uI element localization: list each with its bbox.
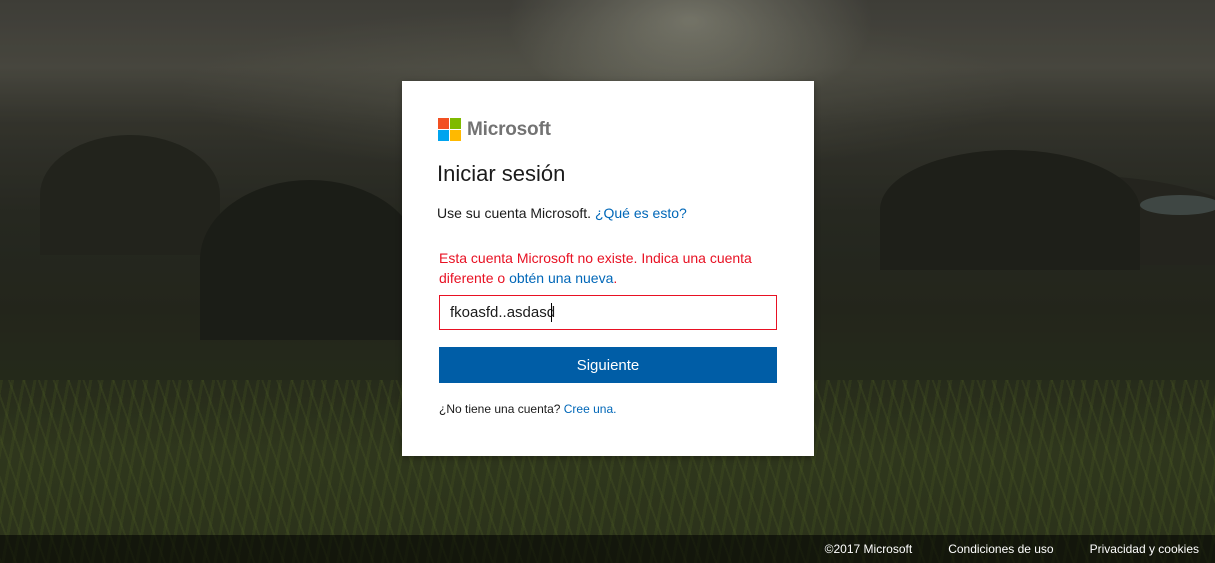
logo-square-yellow [450, 130, 461, 141]
signin-card: Microsoft Iniciar sesión Use su cuenta M… [402, 81, 814, 456]
account-input[interactable] [439, 295, 777, 330]
no-account-text: ¿No tiene una cuenta? [439, 402, 561, 416]
no-account-row: ¿No tiene una cuenta? Cree una. [439, 402, 616, 416]
privacy-link[interactable]: Privacidad y cookies [1090, 542, 1199, 556]
copyright-text: ©2017 Microsoft [824, 542, 913, 556]
page-title: Iniciar sesión [437, 161, 566, 186]
subtitle-text: Use su cuenta Microsoft. [437, 205, 592, 221]
logo-square-red [438, 118, 449, 129]
error-message: Esta cuenta Microsoft no existe. Indica … [439, 248, 784, 288]
get-new-account-link[interactable]: obtén una nueva [509, 270, 613, 286]
terms-link[interactable]: Condiciones de uso [948, 542, 1053, 556]
brand-name: Microsoft [467, 118, 551, 140]
logo-square-blue [438, 130, 449, 141]
logo-square-green [450, 118, 461, 129]
whats-this-link[interactable]: ¿Qué es esto? [595, 205, 687, 221]
microsoft-logo: Microsoft [438, 118, 551, 141]
text-caret [551, 303, 552, 322]
signin-subtitle: Use su cuenta Microsoft. ¿Qué es esto? [437, 205, 687, 221]
error-suffix: . [613, 270, 618, 286]
microsoft-logo-icon [438, 118, 461, 141]
create-account-link[interactable]: Cree una. [564, 402, 617, 416]
footer: ©2017 Microsoft Condiciones de uso Priva… [0, 535, 1215, 563]
next-button[interactable]: Siguiente [439, 347, 777, 383]
